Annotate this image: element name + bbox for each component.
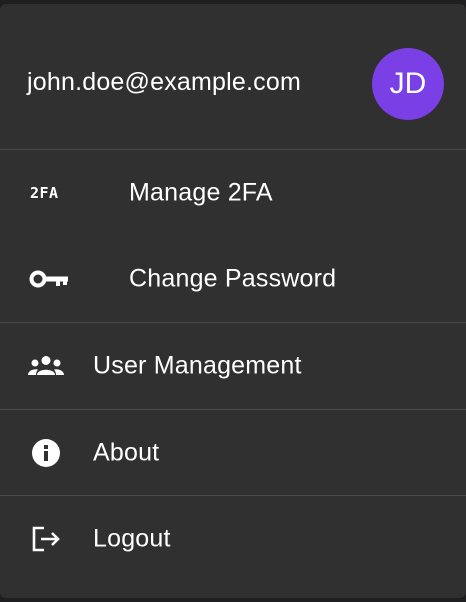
2fa-icon: 2FA: [30, 184, 59, 202]
menu-item-label: About: [93, 438, 160, 467]
people-icon: [27, 354, 65, 378]
account-email: john.doe@example.com: [27, 68, 301, 96]
menu-item-manage-2fa[interactable]: 2FA Manage 2FA: [0, 150, 466, 236]
menu-item-label: Manage 2FA: [129, 178, 273, 207]
menu-item-user-management[interactable]: User Management: [0, 323, 466, 409]
menu-item-about[interactable]: About: [0, 410, 466, 496]
account-menu: john.doe@example.com JD 2FA Manage 2FA C…: [0, 4, 466, 598]
avatar[interactable]: JD: [372, 48, 444, 120]
info-icon: [32, 439, 60, 467]
avatar-initials: JD: [389, 67, 427, 100]
menu-item-label: User Management: [93, 351, 302, 380]
key-icon: [29, 268, 71, 290]
menu-item-label: Logout: [93, 524, 171, 553]
menu-item-change-password[interactable]: Change Password: [0, 236, 466, 322]
account-header: john.doe@example.com JD: [0, 4, 466, 150]
menu-item-logout[interactable]: Logout: [0, 496, 466, 582]
menu-item-label: Change Password: [129, 264, 337, 293]
logout-icon: [31, 526, 61, 552]
